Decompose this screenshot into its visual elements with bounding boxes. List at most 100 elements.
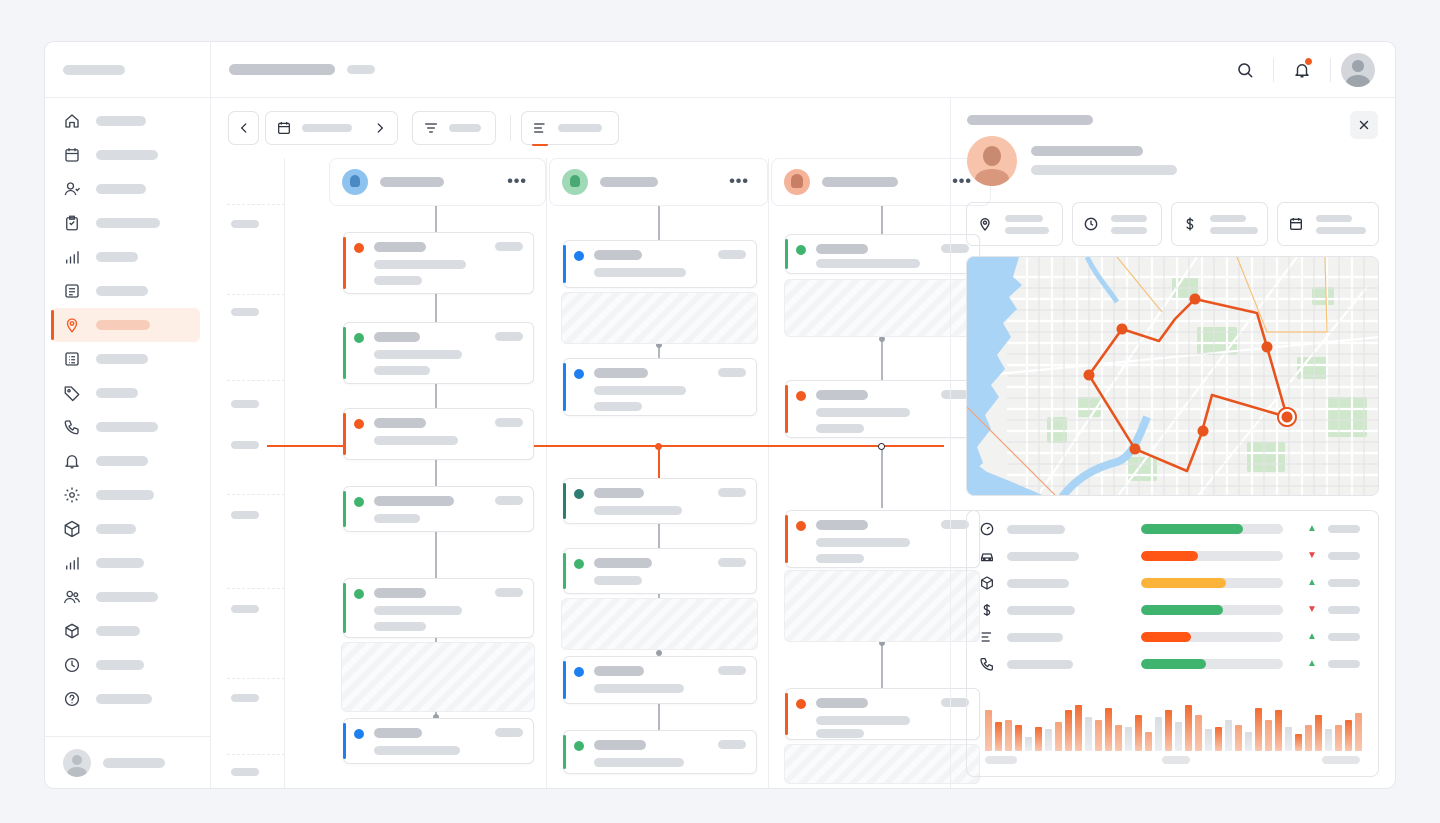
trend-down-icon: ▼	[1307, 604, 1317, 615]
location-chip[interactable]	[966, 202, 1063, 246]
activity-bar	[1105, 707, 1112, 751]
sidebar-item-tracking[interactable]	[51, 308, 200, 342]
date-picker[interactable]	[265, 111, 398, 145]
close-button[interactable]	[1350, 111, 1378, 139]
group-button[interactable]	[521, 111, 619, 146]
column-header: •••	[549, 158, 768, 206]
avatar	[342, 169, 368, 195]
task-card[interactable]	[343, 486, 534, 532]
chevron-right-icon[interactable]	[373, 121, 387, 135]
breadcrumb	[347, 65, 375, 74]
date-chip[interactable]	[1277, 202, 1379, 246]
sidebar-item-home[interactable]	[51, 104, 200, 138]
sidebar-item-settings[interactable]	[51, 478, 200, 512]
detail-panel: ▲ ▼ ▲ ▼ ▲ ▲	[950, 98, 1395, 788]
sidebar-item-help[interactable]	[51, 682, 200, 716]
activity-bar	[1305, 724, 1312, 751]
current-time-marker	[655, 443, 662, 450]
sidebar-item-stats[interactable]	[51, 546, 200, 580]
activity-bar	[985, 710, 992, 751]
column-menu-button[interactable]: •••	[729, 173, 749, 191]
sidebar-item-pricing[interactable]	[51, 376, 200, 410]
avatar	[784, 169, 810, 195]
sidebar	[45, 42, 211, 788]
car-icon	[981, 553, 993, 562]
activity-bar	[1155, 717, 1162, 751]
metric-row: ▲	[979, 573, 1360, 593]
sidebar-item-calls[interactable]	[51, 410, 200, 444]
time-chip[interactable]	[1072, 202, 1162, 246]
sidebar-item-products[interactable]	[51, 614, 200, 648]
task-card[interactable]	[563, 730, 757, 774]
activity-bar	[1065, 710, 1072, 751]
bar-chart-icon	[66, 557, 79, 570]
schedule-grid: ••• ••• •••	[211, 158, 991, 788]
clock-icon	[1084, 217, 1098, 231]
activity-bar	[1055, 722, 1062, 751]
metric-progress-bar	[1141, 659, 1283, 669]
cube-icon	[981, 576, 993, 590]
cube-icon	[65, 623, 79, 639]
metric-row: ▼	[979, 546, 1360, 566]
task-card[interactable]	[343, 232, 534, 294]
filter-button[interactable]	[412, 111, 496, 145]
task-card[interactable]	[563, 656, 757, 704]
sidebar-item-history[interactable]	[51, 648, 200, 682]
activity-bar	[1005, 719, 1012, 751]
calendar-icon	[1290, 218, 1302, 230]
filter-icon	[425, 123, 437, 133]
notifications-button[interactable]	[1284, 52, 1320, 88]
activity-bar	[1255, 707, 1262, 751]
search-button[interactable]	[1227, 52, 1263, 88]
column-menu-button[interactable]: •••	[507, 173, 527, 191]
task-card[interactable]	[343, 718, 534, 764]
sidebar-user[interactable]	[45, 736, 210, 788]
activity-bar	[1205, 729, 1212, 751]
task-card[interactable]	[563, 478, 757, 524]
box-icon	[64, 520, 80, 538]
task-card[interactable]	[343, 578, 534, 638]
calendar-icon	[65, 148, 79, 162]
activity-bar	[1145, 731, 1152, 751]
activity-bar	[1135, 715, 1142, 751]
activity-bar	[1075, 705, 1082, 751]
sidebar-item-tasks[interactable]	[51, 206, 200, 240]
gear-icon	[64, 487, 80, 503]
trend-up-icon: ▲	[1307, 631, 1317, 642]
sidebar-item-inventory[interactable]	[51, 512, 200, 546]
task-card[interactable]	[343, 322, 534, 384]
map-pin-icon	[66, 318, 78, 333]
home-icon	[65, 114, 79, 128]
unavailable-block	[561, 292, 758, 344]
metric-row: ▲	[979, 519, 1360, 539]
activity-bar	[1325, 729, 1332, 751]
sidebar-item-orders[interactable]	[51, 274, 200, 308]
help-icon	[64, 691, 80, 707]
activity-bar	[1025, 736, 1032, 751]
metric-progress-bar	[1141, 605, 1283, 615]
activity-bar	[1265, 719, 1272, 751]
logo[interactable]	[45, 42, 210, 98]
unavailable-block	[341, 642, 535, 712]
route-map[interactable]	[966, 256, 1379, 496]
header-divider	[1273, 58, 1274, 82]
task-card[interactable]	[343, 408, 534, 460]
sidebar-item-alerts[interactable]	[51, 444, 200, 478]
task-card[interactable]	[563, 358, 757, 416]
sidebar-item-analytics[interactable]	[51, 240, 200, 274]
sidebar-item-users[interactable]	[51, 172, 200, 206]
price-chip[interactable]	[1171, 202, 1268, 246]
sidebar-item-reports[interactable]	[51, 342, 200, 376]
sidebar-item-team[interactable]	[51, 580, 200, 614]
trend-up-icon: ▲	[1307, 658, 1317, 669]
activity-bar	[995, 722, 1002, 751]
current-time-marker	[878, 443, 885, 450]
notification-badge	[1304, 57, 1313, 66]
user-avatar[interactable]	[1341, 53, 1375, 87]
board-toolbar	[228, 111, 633, 146]
metrics-panel: ▲ ▼ ▲ ▼ ▲ ▲	[966, 510, 1379, 777]
task-card[interactable]	[563, 548, 757, 594]
prev-day-button[interactable]	[228, 111, 259, 145]
sidebar-item-calendar[interactable]	[51, 138, 200, 172]
task-card[interactable]	[563, 240, 757, 288]
